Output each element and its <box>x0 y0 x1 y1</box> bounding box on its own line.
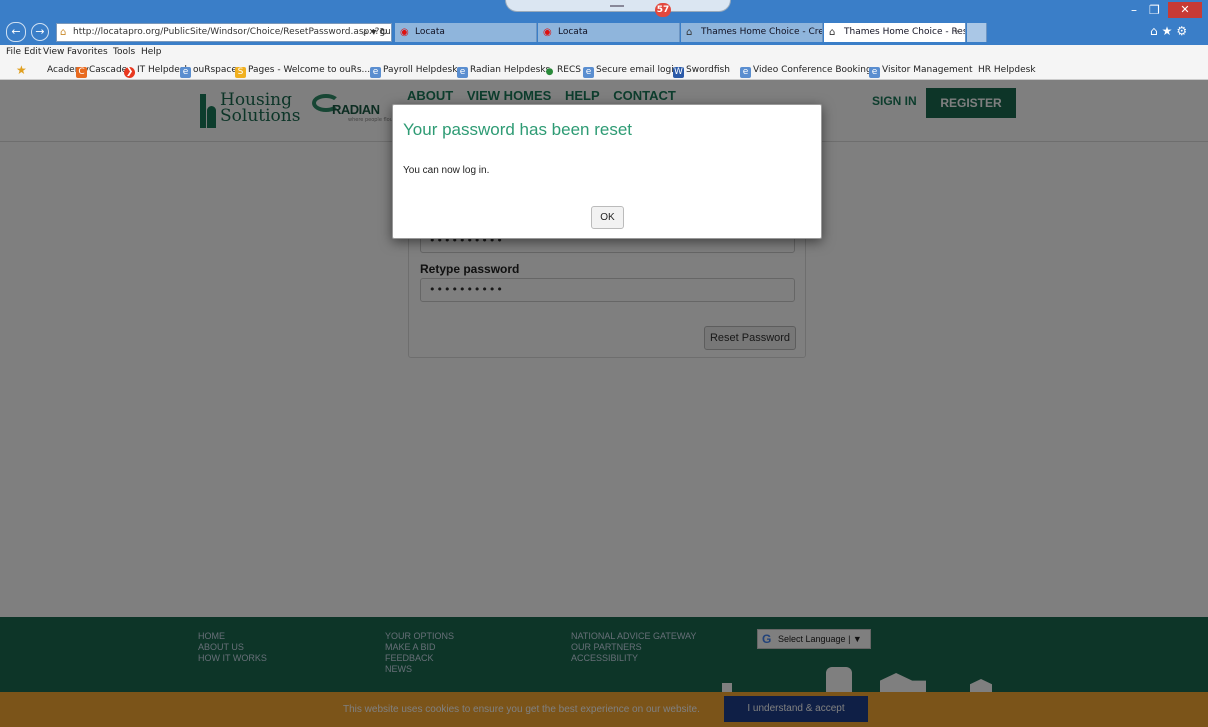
dialog-message: You can now log in. <box>403 165 490 176</box>
restore-icon[interactable]: ❐ <box>1149 3 1160 17</box>
fav-radian[interactable]: e Radian Helpdesks <box>457 60 550 80</box>
favorites-star-icon[interactable]: ★ <box>16 60 27 80</box>
tab-thames-create[interactable]: ⌂ Thames Home Choice - Create... <box>681 23 823 42</box>
new-tab-button[interactable] <box>967 23 987 42</box>
fav-recs[interactable]: ● RECS <box>544 60 581 80</box>
fav-video-conference[interactable]: e Video Conference Bookings <box>740 60 876 80</box>
house-icon: ⌂ <box>686 27 693 38</box>
browser-chrome: 57 – ❐ ✕ ← → ⌂ http://locatapro.org/Publ… <box>0 0 1208 80</box>
site-house-icon: ⌂ <box>60 27 67 38</box>
dialog-title: Your password has been reset <box>403 120 633 139</box>
menu-edit[interactable]: Edit <box>24 45 41 60</box>
navigation-row: ← → ⌂ http://locatapro.org/PublicSite/Wi… <box>0 20 1208 45</box>
tab-thames-reset[interactable]: ⌂ Thames Home Choice - Res... × <box>824 23 966 42</box>
close-window-icon[interactable]: ✕ <box>1168 2 1202 18</box>
address-bar[interactable]: ⌂ http://locatapro.org/PublicSite/Windso… <box>56 23 392 42</box>
favorites-bar: ★ Academy C Cascade ❯ IT Helpdesk e ouRspac… <box>0 60 1208 80</box>
fav-cascade[interactable]: C Cascade <box>76 60 127 80</box>
home-star-gear-icons[interactable]: ⌂★⚙ <box>1150 24 1191 38</box>
fav-ourspace[interactable]: e ouRspace <box>180 60 237 80</box>
fav-visitor-management[interactable]: e Visitor Management <box>869 60 973 80</box>
tab-locata-1[interactable]: ◉ Locata <box>395 23 537 42</box>
fav-pages[interactable]: S Pages - Welcome to ouRs... <box>235 60 370 80</box>
ok-button[interactable]: OK <box>591 206 624 229</box>
fav-payroll[interactable]: e Payroll Helpdesk <box>370 60 457 80</box>
minimize-icon[interactable]: – <box>1131 3 1137 17</box>
password-reset-dialog: Your password has been reset You can now… <box>392 104 822 239</box>
fav-secure-email[interactable]: e Secure email login <box>583 60 679 80</box>
notification-tab[interactable] <box>505 0 731 12</box>
tab-close-icon[interactable]: × <box>953 23 961 42</box>
menu-view[interactable]: View <box>43 45 64 60</box>
notification-badge[interactable]: 57 <box>655 3 671 17</box>
menu-bar: File Edit View Favorites Tools Help <box>0 45 1208 60</box>
fav-swordfish[interactable]: W Swordfish <box>673 60 730 80</box>
fav-hr-helpdesk[interactable]: HR Helpdesk <box>978 60 1036 80</box>
tab-locata-2[interactable]: ◉ Locata <box>538 23 680 42</box>
menu-tools[interactable]: Tools <box>113 45 135 60</box>
menu-help[interactable]: Help <box>141 45 162 60</box>
address-text: http://locatapro.org/PublicSite/Windsor/… <box>73 27 392 37</box>
forward-arrow-icon[interactable]: → <box>31 23 49 41</box>
locata-icon: ◉ <box>543 27 552 38</box>
locata-icon: ◉ <box>400 27 409 38</box>
menu-favorites[interactable]: Favorites <box>67 45 108 60</box>
house-icon: ⌂ <box>829 27 836 38</box>
search-refresh-icon[interactable]: ⌕ ▾ ↻ <box>363 24 388 41</box>
back-arrow-icon[interactable]: ← <box>6 22 26 42</box>
menu-file[interactable]: File <box>6 45 21 60</box>
